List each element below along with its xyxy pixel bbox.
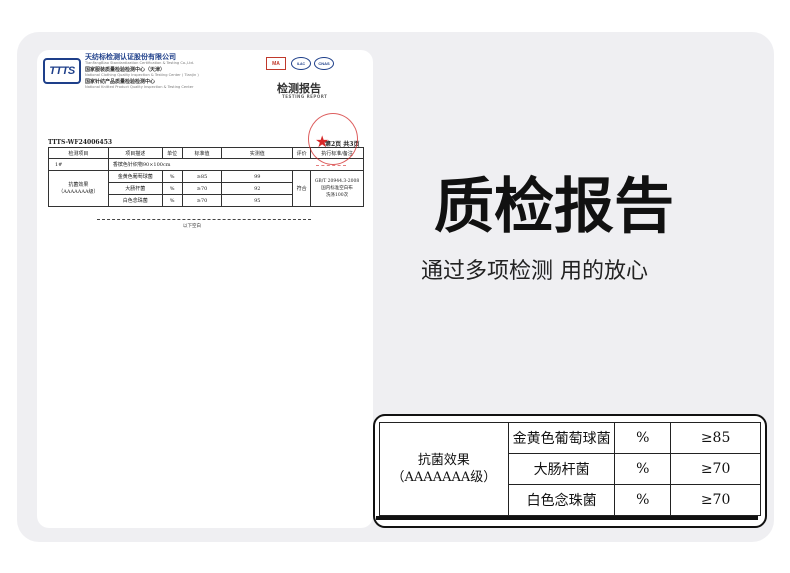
header-cell: 项目描述 [107, 147, 163, 159]
item-cell: 白色念珠菌 [107, 194, 163, 207]
zoom-item-cell: 金黄色葡萄球菌 [507, 422, 616, 454]
zoom-category-cell: 抗菌效果 （AAAAAAA级） [379, 422, 509, 516]
std-cell: ≥70 [181, 194, 223, 207]
org-name-en: TianFangBiao Standardization Certificati… [85, 61, 195, 65]
zoom-item-cell: 大肠杆菌 [507, 453, 616, 485]
header-cell: 检测项目 [48, 147, 109, 159]
seal-star-icon: ★ [315, 134, 330, 151]
zoom-std-cell: ≥70 [670, 484, 761, 516]
headline-title: 质检报告 [434, 172, 674, 242]
zoom-unit-cell: % [614, 484, 672, 516]
zoom-std-cell: ≥70 [670, 453, 761, 485]
center-name-2: 国家针纺产品质量检验检测中心 [85, 79, 156, 85]
item-cell: 大肠杆菌 [107, 182, 163, 195]
headline-subtitle: 通过多项检测 用的放心 [421, 259, 648, 284]
measured-cell: 95 [221, 194, 294, 207]
ilac-mark: ILAC [291, 57, 311, 70]
item-cell: 金黄色葡萄球菌 [107, 170, 163, 183]
zoom-std-cell: ≥85 [670, 422, 761, 454]
category-cell: 抗菌效果 （AAAAAAA级） [48, 170, 109, 207]
header-cell: 评价 [292, 147, 312, 159]
zoomed-table-callout: 抗菌效果 （AAAAAAA级） 金黄色葡萄球菌 % ≥85 大肠杆菌 % ≥70… [373, 414, 767, 528]
header-cell: 实测值 [221, 147, 294, 159]
center-name-en: National Clothing Quality Inspection & T… [85, 73, 199, 77]
unit-cell: % [161, 170, 183, 183]
measured-cell: 99 [221, 170, 294, 183]
evaluation-cell: 符合 [292, 170, 312, 207]
zoomed-table: 抗菌效果 （AAAAAAA级） 金黄色葡萄球菌 % ≥85 大肠杆菌 % ≥70… [379, 422, 761, 516]
std-cell: ≥70 [181, 182, 223, 195]
end-divider [97, 219, 311, 220]
ma-mark: MA [266, 57, 286, 70]
unit-cell: % [161, 194, 183, 207]
sample-id: 1# [48, 158, 109, 171]
center-name-2-en: National Knitted Product Quality Inspect… [85, 85, 194, 89]
zoom-unit-cell: % [614, 453, 672, 485]
callout-bottom-bar [376, 516, 758, 520]
report-title-en: TESTING REPORT [282, 94, 328, 99]
measured-cell: 92 [221, 182, 294, 195]
zoom-unit-cell: % [614, 422, 672, 454]
zoom-item-cell: 白色念珠菌 [507, 484, 616, 516]
unit-cell: % [161, 182, 183, 195]
center-name: 国家服装质量检验检测中心（天津） [85, 67, 166, 73]
header-cell: 单位 [161, 147, 183, 159]
std-cell: ≥85 [181, 170, 223, 183]
header-cell: 标准值 [181, 147, 223, 159]
report-number: TTTS-WF24006453 [48, 139, 113, 146]
seal-stamp-2 [316, 165, 346, 180]
cnas-mark: CNAS [314, 57, 334, 70]
ttts-logo: TTTS [43, 58, 81, 84]
end-note: 以下空白 [183, 224, 201, 229]
